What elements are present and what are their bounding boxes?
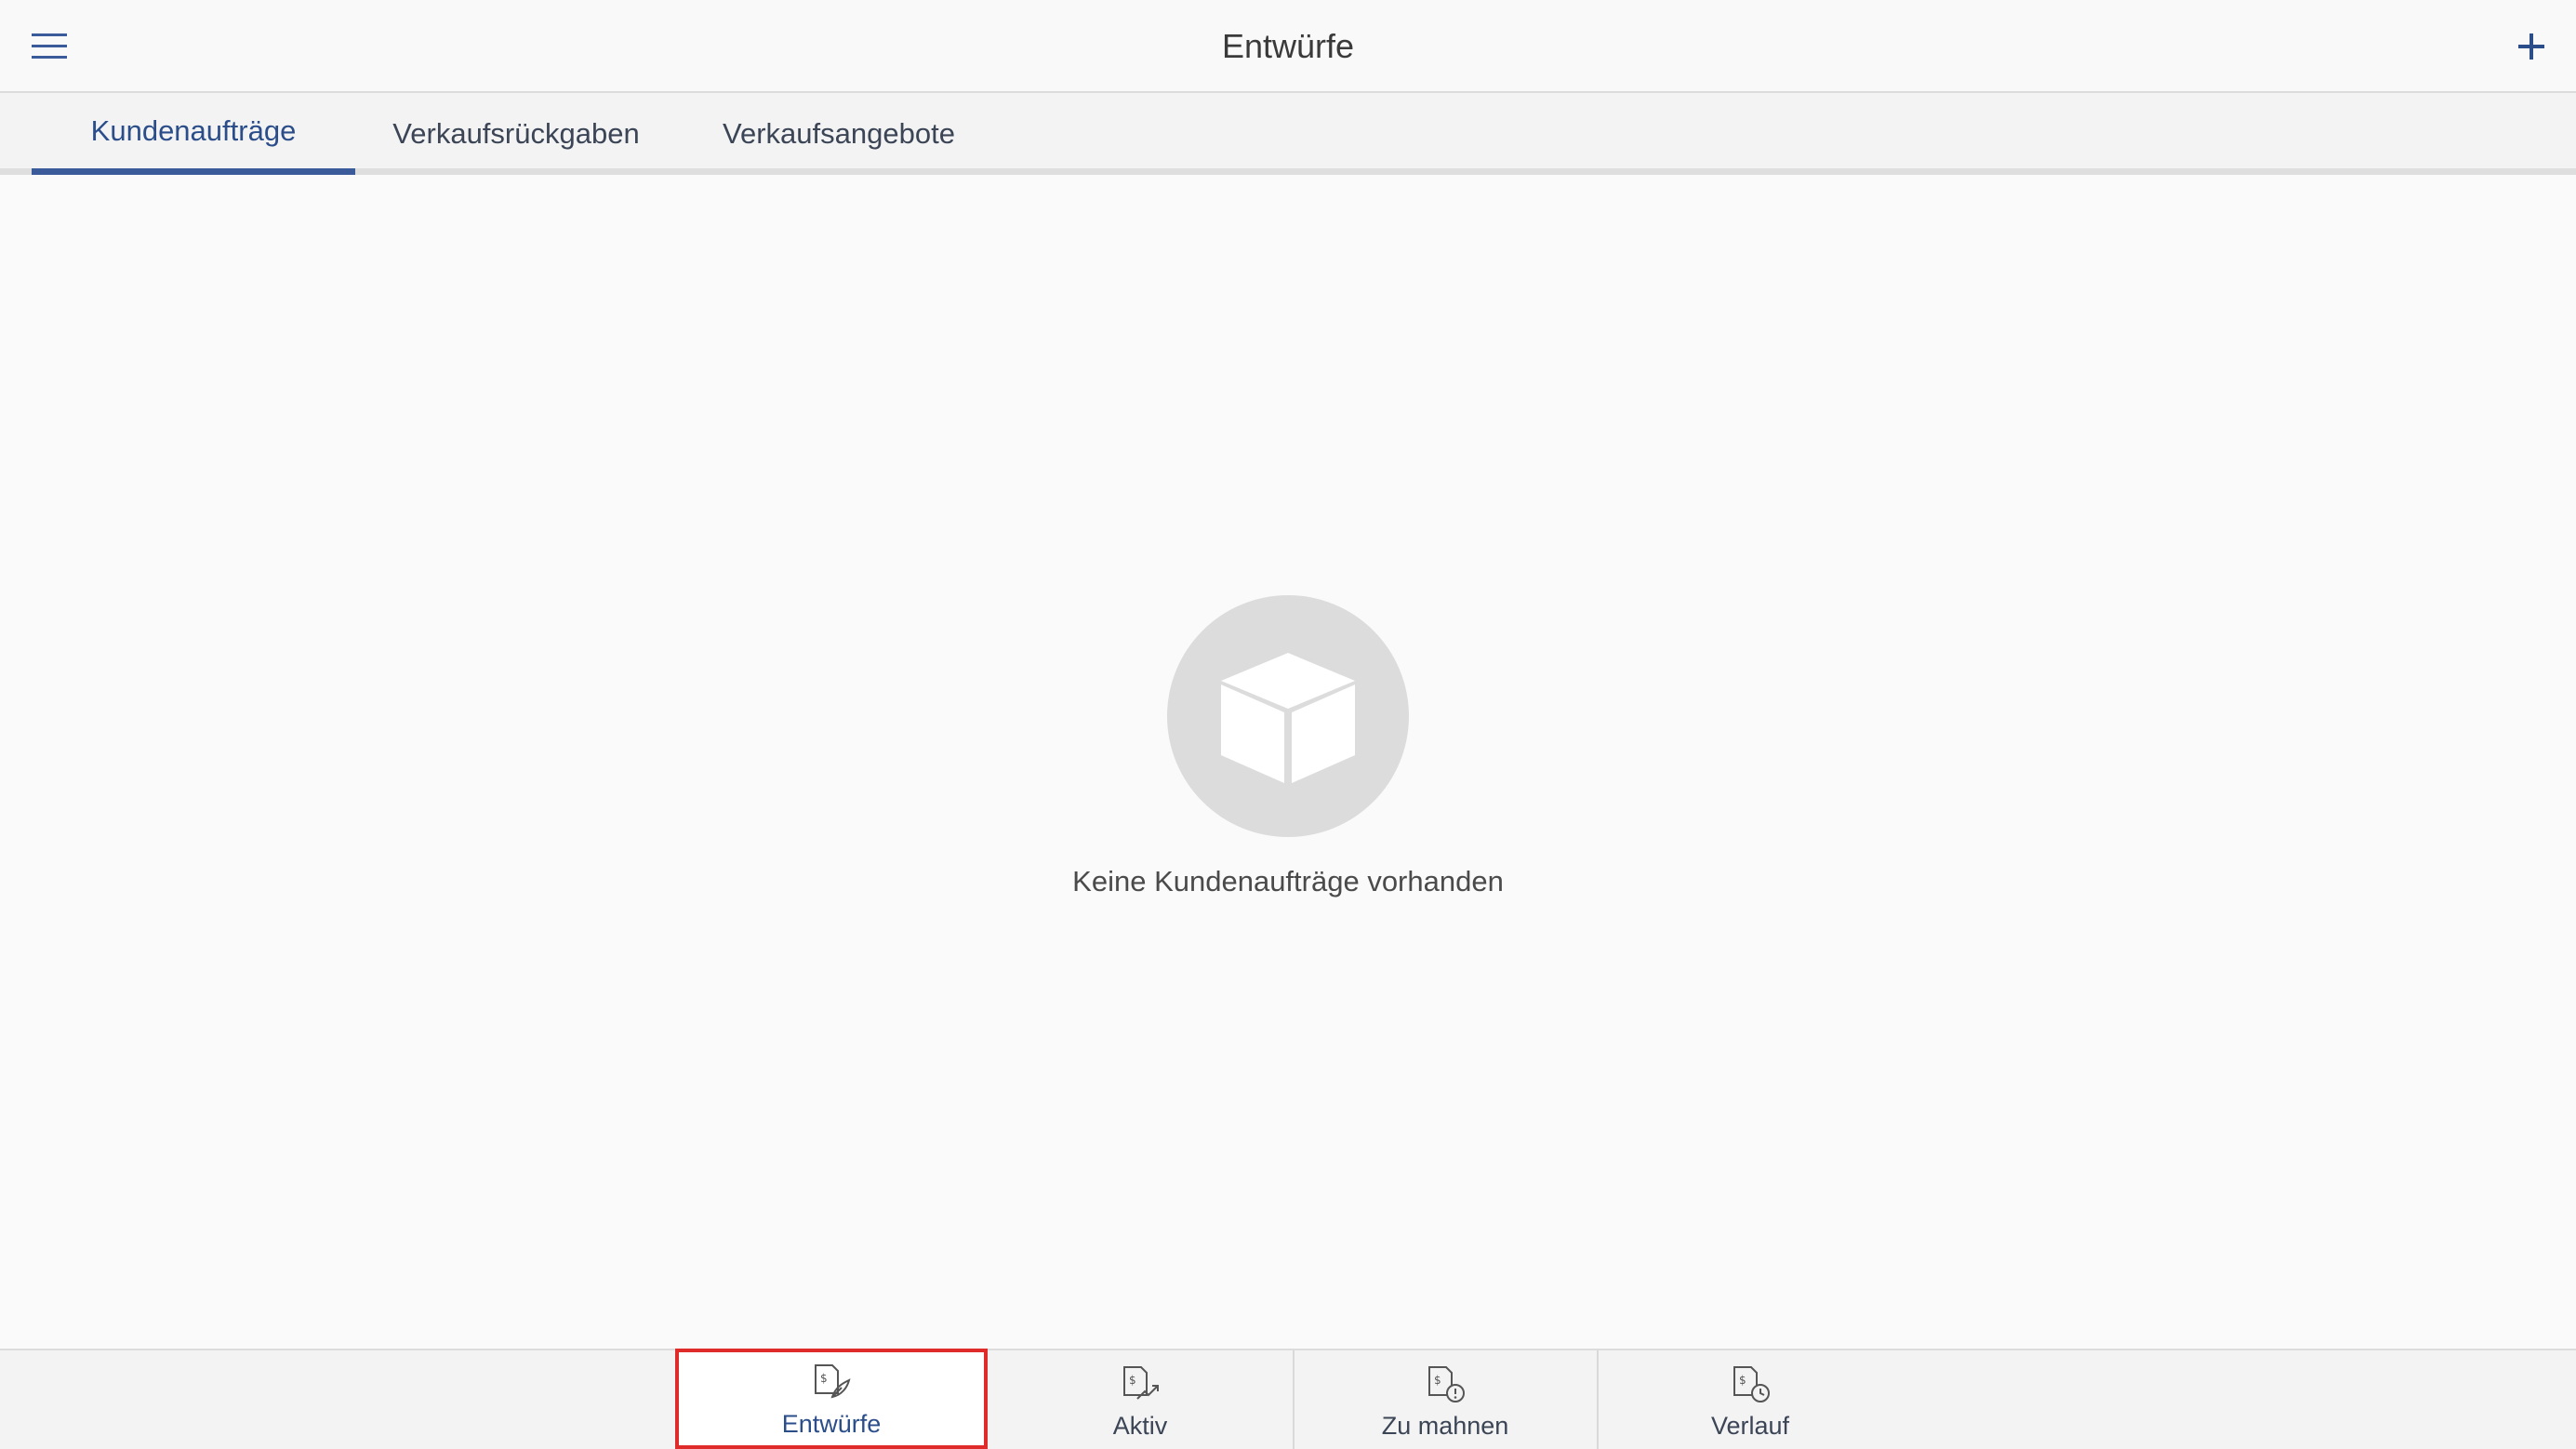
app-window: Entwürfe Kundenaufträge Verkaufsrückgabe… (0, 0, 2576, 1449)
header-bar: Entwürfe (0, 0, 2576, 93)
draft-document-icon: $ (807, 1360, 856, 1404)
svg-text:$: $ (820, 1372, 828, 1385)
nav-item-entwuerfe[interactable]: $ Entwürfe (675, 1349, 988, 1449)
plus-icon[interactable] (2517, 33, 2545, 60)
svg-text:$: $ (1129, 1374, 1136, 1387)
history-document-icon: $ (1726, 1362, 1774, 1406)
add-button[interactable] (2505, 20, 2557, 73)
empty-state: Keine Kundenaufträge vorhanden (0, 595, 2576, 898)
tab-kundenauftraege[interactable]: Kundenaufträge (32, 93, 355, 175)
page-title: Entwürfe (1221, 27, 1355, 65)
empty-state-circle (1167, 595, 1409, 837)
svg-text:$: $ (1739, 1374, 1746, 1387)
overdue-document-icon: $ (1421, 1362, 1469, 1406)
nav-item-verlauf[interactable]: $ Verlauf (1598, 1350, 1903, 1449)
nav-item-label: Entwürfe (781, 1410, 882, 1438)
nav-item-zu-mahnen[interactable]: $ Zu mahnen (1293, 1350, 1598, 1449)
svg-text:$: $ (1434, 1374, 1441, 1387)
active-document-icon: $ (1116, 1362, 1164, 1406)
tab-verkaufsrueckgaben[interactable]: Verkaufsrückgaben (355, 93, 677, 175)
nav-item-aktiv[interactable]: $ Aktiv (988, 1350, 1293, 1449)
tab-verkaufsangebote[interactable]: Verkaufsangebote (677, 93, 1001, 175)
bottom-nav-bar: $ Entwürfe $ Aktiv $ Zu mahnen $ Verlauf (0, 1349, 2576, 1449)
nav-item-label: Verlauf (1710, 1412, 1790, 1440)
nav-item-label: Aktiv (1112, 1412, 1168, 1440)
nav-item-label: Zu mahnen (1381, 1412, 1509, 1440)
tab-bar: Kundenaufträge Verkaufsrückgaben Verkauf… (0, 93, 2576, 175)
box-icon (1221, 653, 1355, 783)
empty-state-message: Keine Kundenaufträge vorhanden (1072, 865, 1504, 897)
